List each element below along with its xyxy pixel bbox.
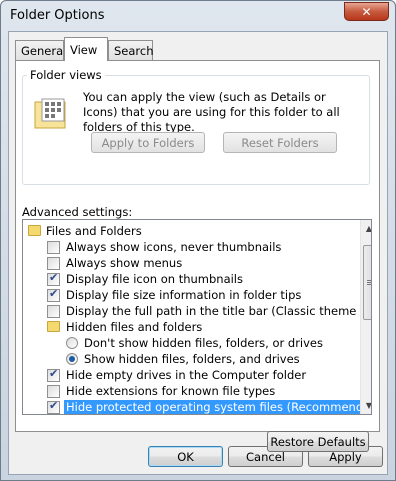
setting-display-file-icon[interactable]: Display file icon on thumbnails — [23, 271, 343, 287]
tree-item-files-and-folders[interactable]: Files and Folders — [23, 223, 343, 239]
window-title: Folder Options — [10, 8, 105, 23]
setting-label: Hide extensions for known file types — [66, 384, 276, 398]
reset-folders-button[interactable]: Reset Folders — [223, 132, 337, 153]
setting-label: Show hidden files, folders, and drives — [84, 352, 300, 366]
tab-view[interactable]: View — [64, 37, 108, 61]
ok-button[interactable]: OK — [148, 446, 223, 467]
checkbox-always-show-menus[interactable] — [47, 257, 60, 270]
scroll-down-arrow-icon[interactable]: ▼ — [361, 397, 371, 413]
folder-options-window: Folder Options ✕ General View Search Fol… — [0, 0, 396, 481]
close-button[interactable]: ✕ — [344, 2, 389, 21]
setting-display-file-size[interactable]: Display file size information in folder … — [23, 287, 343, 303]
tab-search-label: Search — [114, 44, 154, 58]
folder-views-legend: Folder views — [27, 68, 105, 82]
setting-label: Hide protected operating system files (R… — [64, 400, 371, 414]
radio-dont-show-hidden[interactable] — [66, 337, 78, 349]
setting-label: Display file icon on thumbnails — [66, 272, 243, 286]
scroll-up-arrow-icon[interactable]: ▲ — [361, 220, 371, 236]
setting-show-hidden[interactable]: Show hidden files, folders, and drives — [23, 351, 343, 367]
thumb-grip — [367, 282, 371, 283]
tree-item-hidden-files[interactable]: Hidden files and folders — [23, 319, 343, 335]
checkbox-display-file-icon[interactable] — [47, 271, 60, 286]
vertical-scrollbar[interactable]: ▲ ▼ — [360, 220, 371, 414]
setting-label: Hide empty drives in the Computer folder — [66, 368, 307, 382]
folder-views-description: You can apply the view (such as Details … — [83, 90, 340, 134]
setting-dont-show-hidden[interactable]: Don't show hidden files, folders, or dri… — [23, 335, 343, 351]
apply-to-folders-button[interactable]: Apply to Folders — [91, 132, 205, 153]
setting-always-show-menus[interactable]: Always show menus — [23, 255, 343, 271]
checkbox-hide-empty-drives[interactable] — [47, 367, 60, 382]
folder-views-group: Folder views You can apply the view (suc… — [22, 68, 370, 185]
advanced-settings-label: Advanced settings: — [22, 205, 133, 219]
setting-label: Always show menus — [66, 256, 183, 270]
view-tab-panel: Folder views You can apply the view (suc… — [15, 60, 380, 452]
setting-label: Don't show hidden files, folders, or dri… — [84, 336, 324, 350]
close-icon: ✕ — [361, 4, 372, 19]
checkbox-display-file-size[interactable] — [47, 287, 60, 302]
tab-search[interactable]: Search — [108, 40, 154, 60]
folder-icon — [28, 225, 41, 236]
setting-label: Display file size information in folder … — [66, 288, 302, 302]
tree-item-label: Hidden files and folders — [66, 320, 203, 334]
setting-hide-empty-drives[interactable]: Hide empty drives in the Computer folder — [23, 367, 343, 383]
tab-general[interactable]: General — [15, 40, 67, 60]
thumb-grip — [367, 280, 371, 281]
checkbox-display-full-path[interactable] — [47, 305, 60, 318]
tab-view-label: View — [70, 43, 98, 57]
restore-defaults-button[interactable]: Restore Defaults — [267, 431, 369, 452]
setting-label: Display the full path in the title bar (… — [66, 304, 372, 318]
setting-display-full-path[interactable]: Display the full path in the title bar (… — [23, 303, 371, 319]
scrollbar-thumb[interactable] — [363, 245, 371, 320]
setting-hide-extensions[interactable]: Hide extensions for known file types — [23, 383, 343, 399]
thumb-grip — [367, 284, 371, 285]
tree-item-label: Files and Folders — [46, 224, 142, 238]
setting-always-show-icons[interactable]: Always show icons, never thumbnails — [23, 239, 343, 255]
setting-label: Always show icons, never thumbnails — [66, 240, 282, 254]
dialog-client-area: General View Search Folder views You can… — [8, 31, 388, 475]
checkbox-hide-extensions[interactable] — [47, 385, 60, 398]
checkbox-always-show-icons[interactable] — [47, 241, 60, 254]
setting-hide-protected-files[interactable]: Hide protected operating system files (R… — [23, 399, 371, 414]
title-bar[interactable]: Folder Options ✕ — [1, 1, 395, 31]
radio-show-hidden[interactable] — [66, 353, 78, 365]
checkbox-hide-protected-files[interactable] — [47, 399, 60, 414]
folder-view-icon — [34, 98, 66, 129]
tab-general-label: General — [21, 44, 67, 58]
advanced-settings-tree[interactable]: Files and Folders Always show icons, nev… — [22, 219, 372, 415]
folder-icon — [47, 321, 60, 332]
